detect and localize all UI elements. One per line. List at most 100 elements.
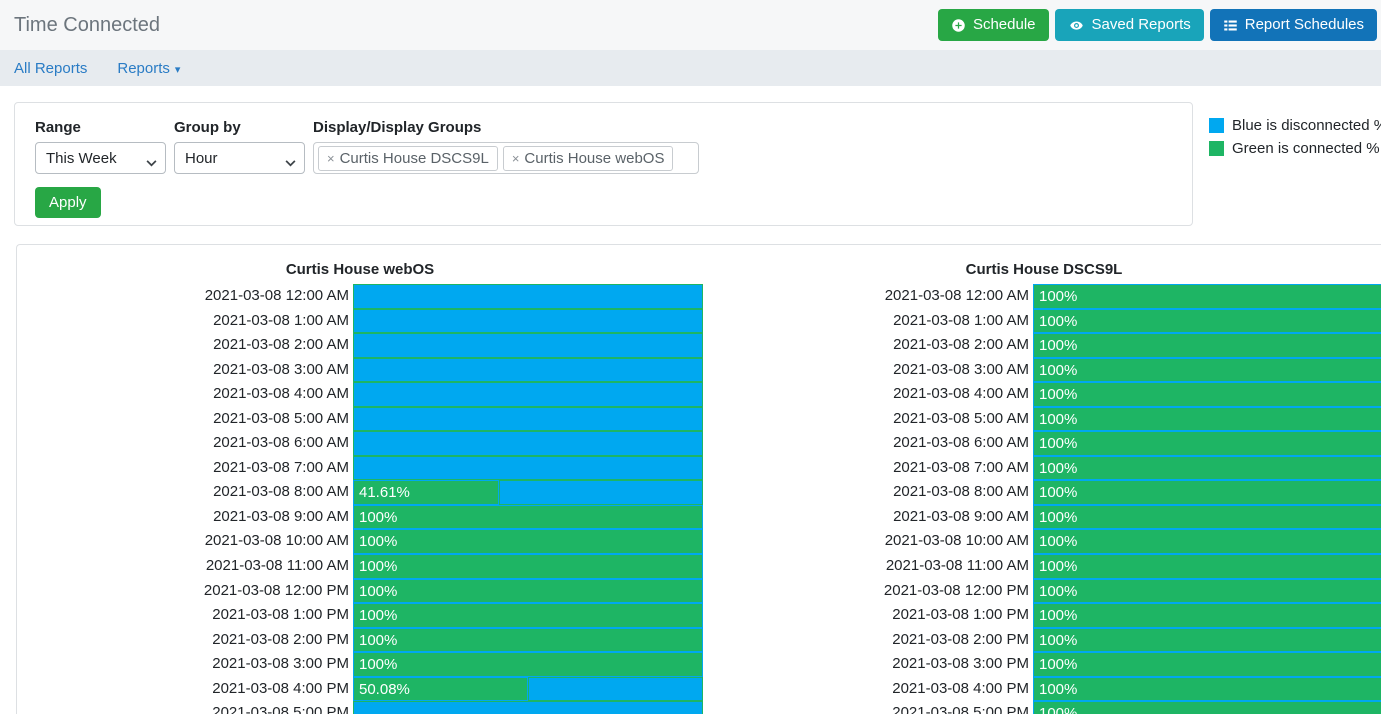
connected-bar-segment: 100% (1033, 456, 1381, 481)
bar-track: 100% (1033, 480, 1381, 505)
nav-reports-dropdown[interactable]: Reports ▾ (117, 60, 180, 77)
apply-button[interactable]: Apply (35, 187, 101, 218)
nav-all-reports-label: All Reports (14, 60, 87, 77)
bar-value-label: 100% (1034, 432, 1381, 455)
category-label: 2021-03-08 8:00 AM (703, 480, 1033, 505)
category-label: 2021-03-08 1:00 AM (703, 309, 1033, 334)
connected-bar-segment: 100% (353, 628, 703, 653)
bar-track: 50.08% (353, 677, 703, 702)
display-group-tag: × Curtis House DSCS9L (318, 146, 498, 171)
page-title: Time Connected (14, 14, 160, 37)
bar-track: 100% (353, 505, 703, 530)
range-label: Range (35, 119, 166, 136)
category-label: 2021-03-08 4:00 AM (703, 382, 1033, 407)
bar-value-label: 100% (1034, 408, 1381, 431)
category-label: 2021-03-08 3:00 PM (703, 652, 1033, 677)
saved-reports-button[interactable]: Saved Reports (1055, 9, 1204, 42)
chart-row: 2021-03-08 3:00 PM100% (703, 652, 1381, 677)
disconnected-bar-segment (353, 358, 703, 383)
bar-value-label: 50.08% (354, 678, 527, 701)
bar-value-label: 100% (1034, 580, 1381, 603)
report-schedules-button-label: Report Schedules (1245, 17, 1364, 34)
connected-bar-segment: 100% (1033, 505, 1381, 530)
bar-value-label: 100% (1034, 285, 1381, 308)
category-label: 2021-03-08 9:00 AM (17, 505, 353, 530)
category-label: 2021-03-08 1:00 PM (17, 603, 353, 628)
bar-track: 100% (1033, 505, 1381, 530)
bar-track: 100% (1033, 529, 1381, 554)
schedule-button-label: Schedule (973, 17, 1036, 34)
chart-row: 2021-03-08 2:00 PM100% (703, 628, 1381, 653)
connected-bar-segment: 50.08% (353, 677, 528, 702)
bar-track: 100% (1033, 701, 1381, 714)
range-select[interactable]: This Week (35, 142, 166, 174)
chart-row: 2021-03-08 8:00 AM41.61% (17, 480, 703, 505)
chart-row: 2021-03-08 5:00 PM (17, 701, 703, 714)
category-label: 2021-03-08 4:00 PM (17, 677, 353, 702)
chart-row: 2021-03-08 3:00 AM (17, 358, 703, 383)
chart-title: Curtis House webOS (17, 261, 703, 282)
chart-row: 2021-03-08 4:00 PM50.08% (17, 677, 703, 702)
bar-value-label: 100% (1034, 678, 1381, 701)
chart-row: 2021-03-08 4:00 PM100% (703, 677, 1381, 702)
chart-row: 2021-03-08 2:00 AM100% (703, 333, 1381, 358)
bar-value-label: 100% (354, 555, 702, 578)
page-header: Time Connected Schedule Saved Reports Re… (0, 0, 1381, 50)
legend-item-connected: Green is connected % (1209, 140, 1381, 157)
chart-row: 2021-03-08 12:00 PM100% (17, 579, 703, 604)
schedule-button[interactable]: Schedule (938, 9, 1049, 42)
chart-row: 2021-03-08 5:00 PM100% (703, 701, 1381, 714)
connected-bar-segment: 100% (1033, 333, 1381, 358)
bar-value-label: 100% (354, 604, 702, 627)
connected-bar-segment: 100% (1033, 358, 1381, 383)
display-groups-input[interactable]: × Curtis House DSCS9L × Curtis House web… (313, 142, 699, 174)
bar-track (353, 333, 703, 358)
bar-track (353, 431, 703, 456)
category-label: 2021-03-08 1:00 PM (703, 603, 1033, 628)
category-label: 2021-03-08 4:00 AM (17, 382, 353, 407)
bar-value-label: 100% (354, 530, 702, 553)
chart-row: 2021-03-08 2:00 PM100% (17, 628, 703, 653)
category-label: 2021-03-08 12:00 AM (17, 284, 353, 309)
bar-value-label: 100% (1034, 702, 1381, 714)
bar-track: 100% (1033, 333, 1381, 358)
chart-row: 2021-03-08 1:00 AM (17, 309, 703, 334)
bar-value-label: 100% (354, 653, 702, 676)
blue-swatch-icon (1209, 118, 1224, 133)
disconnected-bar-segment (353, 407, 703, 432)
remove-tag-icon[interactable]: × (512, 152, 520, 165)
nav-all-reports-link[interactable]: All Reports (14, 60, 87, 77)
bar-track: 100% (1033, 652, 1381, 677)
connected-bar-segment: 100% (353, 529, 703, 554)
category-label: 2021-03-08 8:00 AM (17, 480, 353, 505)
disconnected-bar-segment (353, 333, 703, 358)
category-label: 2021-03-08 10:00 AM (17, 529, 353, 554)
tag-label: Curtis House DSCS9L (340, 150, 489, 167)
bar-track (353, 456, 703, 481)
legend-label: Blue is disconnected % (1232, 117, 1381, 134)
chart-row: 2021-03-08 12:00 PM100% (703, 579, 1381, 604)
remove-tag-icon[interactable]: × (327, 152, 335, 165)
bar-value-label: 100% (354, 506, 702, 529)
bar-value-label: 100% (1034, 604, 1381, 627)
bar-track: 100% (1033, 554, 1381, 579)
chart-row: 2021-03-08 9:00 AM100% (703, 505, 1381, 530)
chart-row: 2021-03-08 3:00 AM100% (703, 358, 1381, 383)
chart-row: 2021-03-08 2:00 AM (17, 333, 703, 358)
connected-bar-segment: 100% (353, 652, 703, 677)
bar-value-label: 100% (1034, 653, 1381, 676)
reports-navbar: All Reports Reports ▾ (0, 50, 1381, 86)
connected-bar-segment: 100% (1033, 677, 1381, 702)
group-by-select[interactable]: Hour (174, 142, 305, 174)
green-swatch-icon (1209, 141, 1224, 156)
connected-bar-segment: 100% (1033, 480, 1381, 505)
chart-row: 2021-03-08 3:00 PM100% (17, 652, 703, 677)
report-schedules-button[interactable]: Report Schedules (1210, 9, 1377, 42)
bar-track (353, 358, 703, 383)
chart-row: 2021-03-08 6:00 AM (17, 431, 703, 456)
bar-track: 100% (1033, 579, 1381, 604)
chart-row: 2021-03-08 11:00 AM100% (703, 554, 1381, 579)
chart-row: 2021-03-08 12:00 AM (17, 284, 703, 309)
connected-bar-segment: 100% (1033, 529, 1381, 554)
disconnected-bar-segment (353, 701, 703, 714)
